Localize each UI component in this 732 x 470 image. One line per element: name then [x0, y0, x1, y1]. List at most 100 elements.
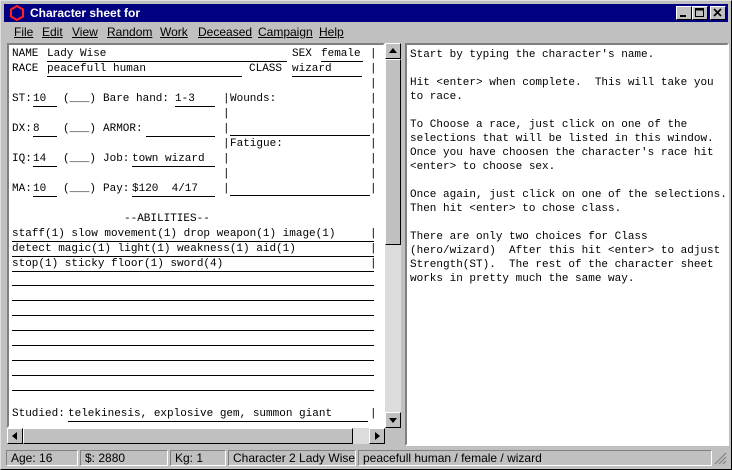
scroll-down-icon: [389, 418, 397, 423]
status-age: Age: 16: [6, 450, 78, 466]
armor-label: ARMOR:: [103, 123, 143, 135]
ability-rule: [12, 256, 374, 257]
ability-rule: [12, 315, 374, 316]
menu-bar: File Edit View Random Work Deceased Camp…: [4, 23, 728, 42]
sheet-divider: |: [370, 48, 377, 60]
stats-divider: |: [223, 183, 230, 195]
sheet-divider: |: [370, 168, 377, 180]
fatigue-line: [230, 195, 370, 196]
menu-edit[interactable]: Edit: [42, 25, 63, 40]
class-field[interactable]: wizard: [292, 63, 362, 77]
dx-field[interactable]: 8: [33, 123, 57, 137]
menu-deceased[interactable]: Deceased: [198, 25, 252, 40]
bare-hand-label: Bare hand:: [103, 93, 170, 105]
ability-rule: [12, 271, 374, 272]
menu-random[interactable]: Random: [107, 25, 152, 40]
sheet-divider: |: [370, 108, 377, 120]
iq-label: IQ:: [12, 153, 32, 165]
ability-line[interactable]: stop(1) sticky floor(1) sword(4): [12, 258, 223, 271]
bare-hand-field[interactable]: 1-3: [175, 93, 215, 107]
job-label: Job:: [103, 153, 130, 165]
job-field[interactable]: town wizard: [132, 153, 215, 167]
dx-adjust[interactable]: (___): [63, 123, 96, 136]
ability-rule: [12, 390, 374, 391]
status-bar: Age: 16 $: 2880 Kg: 1 Character 2 Lady W…: [4, 449, 728, 467]
ability-rule: [12, 241, 374, 242]
menu-campaign[interactable]: Campaign: [258, 25, 313, 40]
close-button[interactable]: [710, 6, 726, 20]
help-text: Start by typing the character's name. Hi…: [410, 49, 727, 285]
scroll-right-button[interactable]: [369, 428, 385, 444]
sheet-vertical-scrollbar[interactable]: [385, 43, 401, 428]
scroll-down-button[interactable]: [385, 412, 401, 428]
ability-rule: [12, 300, 374, 301]
sheet-horizontal-scrollbar[interactable]: [7, 428, 385, 444]
menu-help[interactable]: Help: [319, 25, 344, 40]
pay-label: Pay:: [103, 183, 130, 195]
sheet-divider: |: [370, 63, 377, 75]
vertical-scroll-thumb[interactable]: [385, 59, 401, 245]
wounds-label: Wounds:: [230, 93, 277, 105]
character-sheet-window: Character sheet for File Edit View Rando…: [0, 0, 732, 470]
close-icon: [713, 8, 722, 17]
menu-file[interactable]: File: [14, 25, 33, 40]
maximize-button[interactable]: [692, 6, 708, 20]
ability-line[interactable]: staff(1) slow movement(1) drop weapon(1)…: [12, 228, 335, 241]
status-money: $: 2880: [80, 450, 168, 466]
class-label: CLASS: [249, 63, 283, 75]
title-bar[interactable]: Character sheet for: [4, 4, 728, 22]
name-field[interactable]: Lady Wise: [47, 48, 287, 62]
st-field[interactable]: 10: [33, 93, 57, 107]
scroll-left-button[interactable]: [7, 428, 23, 444]
status-summary: peacefull human / female / wizard: [358, 450, 712, 466]
stats-divider: |: [223, 153, 230, 165]
armor-field[interactable]: [146, 123, 215, 137]
studied-label: Studied:: [12, 408, 65, 420]
studied-field[interactable]: telekinesis, explosive gem, summon giant: [68, 408, 368, 422]
status-character: Character 2 Lady Wise: [228, 450, 356, 466]
scroll-left-icon: [12, 432, 17, 440]
ma-label: MA:: [12, 183, 32, 195]
sheet-divider: |: [370, 228, 377, 240]
stats-divider: |: [223, 138, 230, 150]
name-label: NAME: [12, 48, 39, 60]
scroll-right-icon: [375, 432, 380, 440]
pay-field[interactable]: $120 4/17: [132, 183, 215, 197]
stats-divider: |: [223, 168, 230, 180]
ability-rule: [12, 345, 374, 346]
window-title: Character sheet for: [30, 6, 141, 20]
iq-field[interactable]: 14: [33, 153, 57, 167]
ability-rule: [12, 330, 374, 331]
horizontal-scroll-thumb[interactable]: [23, 428, 353, 444]
ability-line[interactable]: detect magic(1) light(1) weakness(1) aid…: [12, 243, 296, 256]
st-label: ST:: [12, 93, 32, 105]
fatigue-label: Fatigue:: [230, 138, 283, 150]
sheet-divider: |: [370, 93, 377, 105]
race-field[interactable]: peacefull human: [47, 63, 242, 77]
scroll-up-icon: [389, 48, 397, 53]
stats-divider: |: [223, 123, 230, 135]
iq-adjust[interactable]: (___): [63, 153, 96, 166]
dx-label: DX:: [12, 123, 32, 135]
minimize-button[interactable]: [676, 6, 692, 20]
race-label: RACE: [12, 63, 39, 75]
st-adjust[interactable]: (___): [63, 93, 96, 106]
sheet-divider: |: [370, 408, 377, 420]
ma-field[interactable]: 10: [33, 183, 57, 197]
scroll-up-button[interactable]: [385, 43, 401, 59]
sheet-divider: |: [370, 183, 377, 195]
status-weight: Kg: 1: [170, 450, 226, 466]
ability-rule: [12, 285, 374, 286]
menu-work[interactable]: Work: [160, 25, 188, 40]
stats-divider: |: [223, 93, 230, 105]
sheet-divider: |: [370, 258, 377, 270]
ma-adjust[interactable]: (___): [63, 183, 96, 196]
resize-grip-icon[interactable]: [714, 452, 727, 465]
stats-divider: |: [223, 108, 230, 120]
help-panel: Start by typing the character's name. Hi…: [405, 43, 729, 446]
menu-view[interactable]: View: [72, 25, 98, 40]
minimize-icon: [680, 15, 686, 17]
sex-label: SEX: [292, 48, 312, 60]
character-sheet-editor[interactable]: NAME Lady Wise SEX female | RACE peacefu…: [7, 43, 385, 428]
sex-field[interactable]: female: [321, 48, 363, 62]
